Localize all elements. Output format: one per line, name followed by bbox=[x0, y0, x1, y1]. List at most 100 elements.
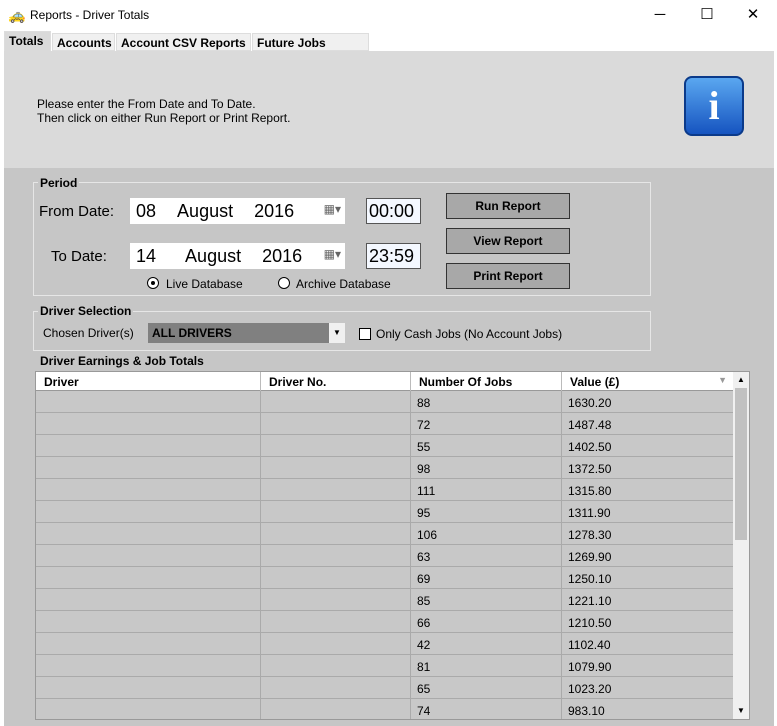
tab-future-jobs-report[interactable]: Future Jobs Report bbox=[252, 33, 369, 64]
scroll-thumb[interactable] bbox=[735, 388, 747, 540]
cell-driver-no bbox=[261, 677, 411, 699]
column-driver[interactable]: Driver bbox=[36, 372, 261, 391]
cell-value: 1023.20 bbox=[562, 677, 734, 699]
column-value[interactable]: Value (£) ▼ bbox=[562, 372, 734, 391]
table-row[interactable]: 111 1315.80 bbox=[36, 479, 734, 501]
cell-value: 1315.80 bbox=[562, 479, 734, 501]
cash-only-checkbox[interactable] bbox=[359, 328, 371, 340]
cell-value: 1221.10 bbox=[562, 589, 734, 611]
tab-accounts[interactable]: Accounts bbox=[52, 33, 115, 51]
cell-driver-no bbox=[261, 391, 411, 413]
cell-driver-no bbox=[261, 567, 411, 589]
cell-driver bbox=[36, 391, 261, 413]
cell-driver-no bbox=[261, 633, 411, 655]
minimize-button[interactable]: ─ bbox=[645, 4, 675, 26]
to-date-label: To Date: bbox=[51, 248, 107, 265]
cell-driver bbox=[36, 413, 261, 435]
column-number-of-jobs[interactable]: Number Of Jobs bbox=[411, 372, 562, 391]
table-row[interactable]: 95 1311.90 bbox=[36, 501, 734, 523]
close-button[interactable]: ✕ bbox=[738, 4, 768, 26]
scroll-down-icon[interactable]: ▼ bbox=[733, 703, 749, 719]
table-row[interactable]: 69 1250.10 bbox=[36, 567, 734, 589]
table-row[interactable]: 106 1278.30 bbox=[36, 523, 734, 545]
cell-value: 1102.40 bbox=[562, 633, 734, 655]
table-row[interactable]: 65 1023.20 bbox=[36, 677, 734, 699]
to-year: 2016 bbox=[262, 246, 303, 266]
from-date-label: From Date: bbox=[39, 203, 115, 220]
cell-driver-no bbox=[261, 655, 411, 677]
cell-driver-no bbox=[261, 435, 411, 457]
cell-number-of-jobs: 95 bbox=[411, 501, 562, 523]
to-month: August bbox=[185, 246, 242, 266]
cell-value: 983.10 bbox=[562, 699, 734, 719]
cell-number-of-jobs: 69 bbox=[411, 567, 562, 589]
cell-number-of-jobs: 81 bbox=[411, 655, 562, 677]
totals-legend: Driver Earnings & Job Totals bbox=[38, 354, 206, 368]
archive-database-radio[interactable] bbox=[278, 277, 290, 289]
from-day: 08 bbox=[136, 201, 157, 221]
chosen-drivers-value: ALL DRIVERS bbox=[152, 326, 232, 340]
cell-driver bbox=[36, 435, 261, 457]
to-time-input[interactable]: 23:59 bbox=[366, 243, 421, 269]
cell-driver bbox=[36, 523, 261, 545]
tab-totals[interactable]: Totals bbox=[4, 31, 51, 52]
cell-value: 1278.30 bbox=[562, 523, 734, 545]
run-report-button[interactable]: Run Report bbox=[446, 193, 570, 219]
info-icon: i bbox=[684, 76, 744, 136]
cell-number-of-jobs: 74 bbox=[411, 699, 562, 719]
chosen-drivers-select[interactable]: ALL DRIVERS ▼ bbox=[148, 323, 345, 343]
cell-value: 1402.50 bbox=[562, 435, 734, 457]
cell-value: 1630.20 bbox=[562, 391, 734, 413]
calendar-icon[interactable]: ▦▾ bbox=[324, 202, 341, 216]
cell-driver bbox=[36, 655, 261, 677]
cell-driver bbox=[36, 479, 261, 501]
chosen-drivers-label: Chosen Driver(s) bbox=[43, 326, 134, 340]
cell-number-of-jobs: 42 bbox=[411, 633, 562, 655]
scroll-up-icon[interactable]: ▲ bbox=[733, 372, 749, 388]
instructions: Please enter the From Date and To Date. … bbox=[37, 97, 290, 125]
title-bar: 🚕 Reports - Driver Totals ─ ☐ ✕ bbox=[0, 0, 777, 30]
cell-driver bbox=[36, 501, 261, 523]
from-date-picker[interactable]: 08 August 2016 ▦▾ bbox=[130, 198, 345, 224]
cell-number-of-jobs: 111 bbox=[411, 479, 562, 501]
cell-value: 1372.50 bbox=[562, 457, 734, 479]
from-time-input[interactable]: 00:00 bbox=[366, 198, 421, 224]
tab-bar: Totals Accounts Account CSV Reports Futu… bbox=[0, 31, 777, 64]
table-row[interactable]: 81 1079.90 bbox=[36, 655, 734, 677]
cell-value: 1269.90 bbox=[562, 545, 734, 567]
vertical-scrollbar[interactable]: ▲ ▼ bbox=[733, 372, 749, 719]
column-driver-no[interactable]: Driver No. bbox=[261, 372, 411, 391]
table-row[interactable]: 72 1487.48 bbox=[36, 413, 734, 435]
cell-driver-no bbox=[261, 699, 411, 719]
cash-only-label: Only Cash Jobs (No Account Jobs) bbox=[376, 327, 563, 341]
tab-account-csv-reports[interactable]: Account CSV Reports bbox=[116, 33, 251, 51]
table-row[interactable]: 85 1221.10 bbox=[36, 589, 734, 611]
table-row[interactable]: 74 983.10 bbox=[36, 699, 734, 719]
cell-driver-no bbox=[261, 611, 411, 633]
table-row[interactable]: 63 1269.90 bbox=[36, 545, 734, 567]
from-year: 2016 bbox=[254, 201, 295, 221]
table-row[interactable]: 42 1102.40 bbox=[36, 633, 734, 655]
calendar-icon[interactable]: ▦▾ bbox=[324, 247, 341, 261]
table-row[interactable]: 66 1210.50 bbox=[36, 611, 734, 633]
view-report-button[interactable]: View Report bbox=[446, 228, 570, 254]
chevron-down-icon[interactable]: ▼ bbox=[329, 323, 345, 343]
cell-driver-no bbox=[261, 589, 411, 611]
cell-driver-no bbox=[261, 413, 411, 435]
sort-desc-icon: ▼ bbox=[718, 375, 727, 385]
taxi-icon: 🚕 bbox=[8, 7, 26, 23]
table-row[interactable]: 98 1372.50 bbox=[36, 457, 734, 479]
cell-number-of-jobs: 85 bbox=[411, 589, 562, 611]
cell-number-of-jobs: 98 bbox=[411, 457, 562, 479]
cell-driver-no bbox=[261, 545, 411, 567]
live-database-radio[interactable] bbox=[147, 277, 159, 289]
table-row[interactable]: 55 1402.50 bbox=[36, 435, 734, 457]
print-report-button[interactable]: Print Report bbox=[446, 263, 570, 289]
totals-grid: Driver Driver No. Number Of Jobs Value (… bbox=[35, 371, 750, 720]
cell-number-of-jobs: 106 bbox=[411, 523, 562, 545]
cell-number-of-jobs: 88 bbox=[411, 391, 562, 413]
maximize-button[interactable]: ☐ bbox=[692, 4, 722, 26]
table-row[interactable]: 88 1630.20 bbox=[36, 391, 734, 413]
to-date-picker[interactable]: 14 August 2016 ▦▾ bbox=[130, 243, 345, 269]
cell-number-of-jobs: 65 bbox=[411, 677, 562, 699]
